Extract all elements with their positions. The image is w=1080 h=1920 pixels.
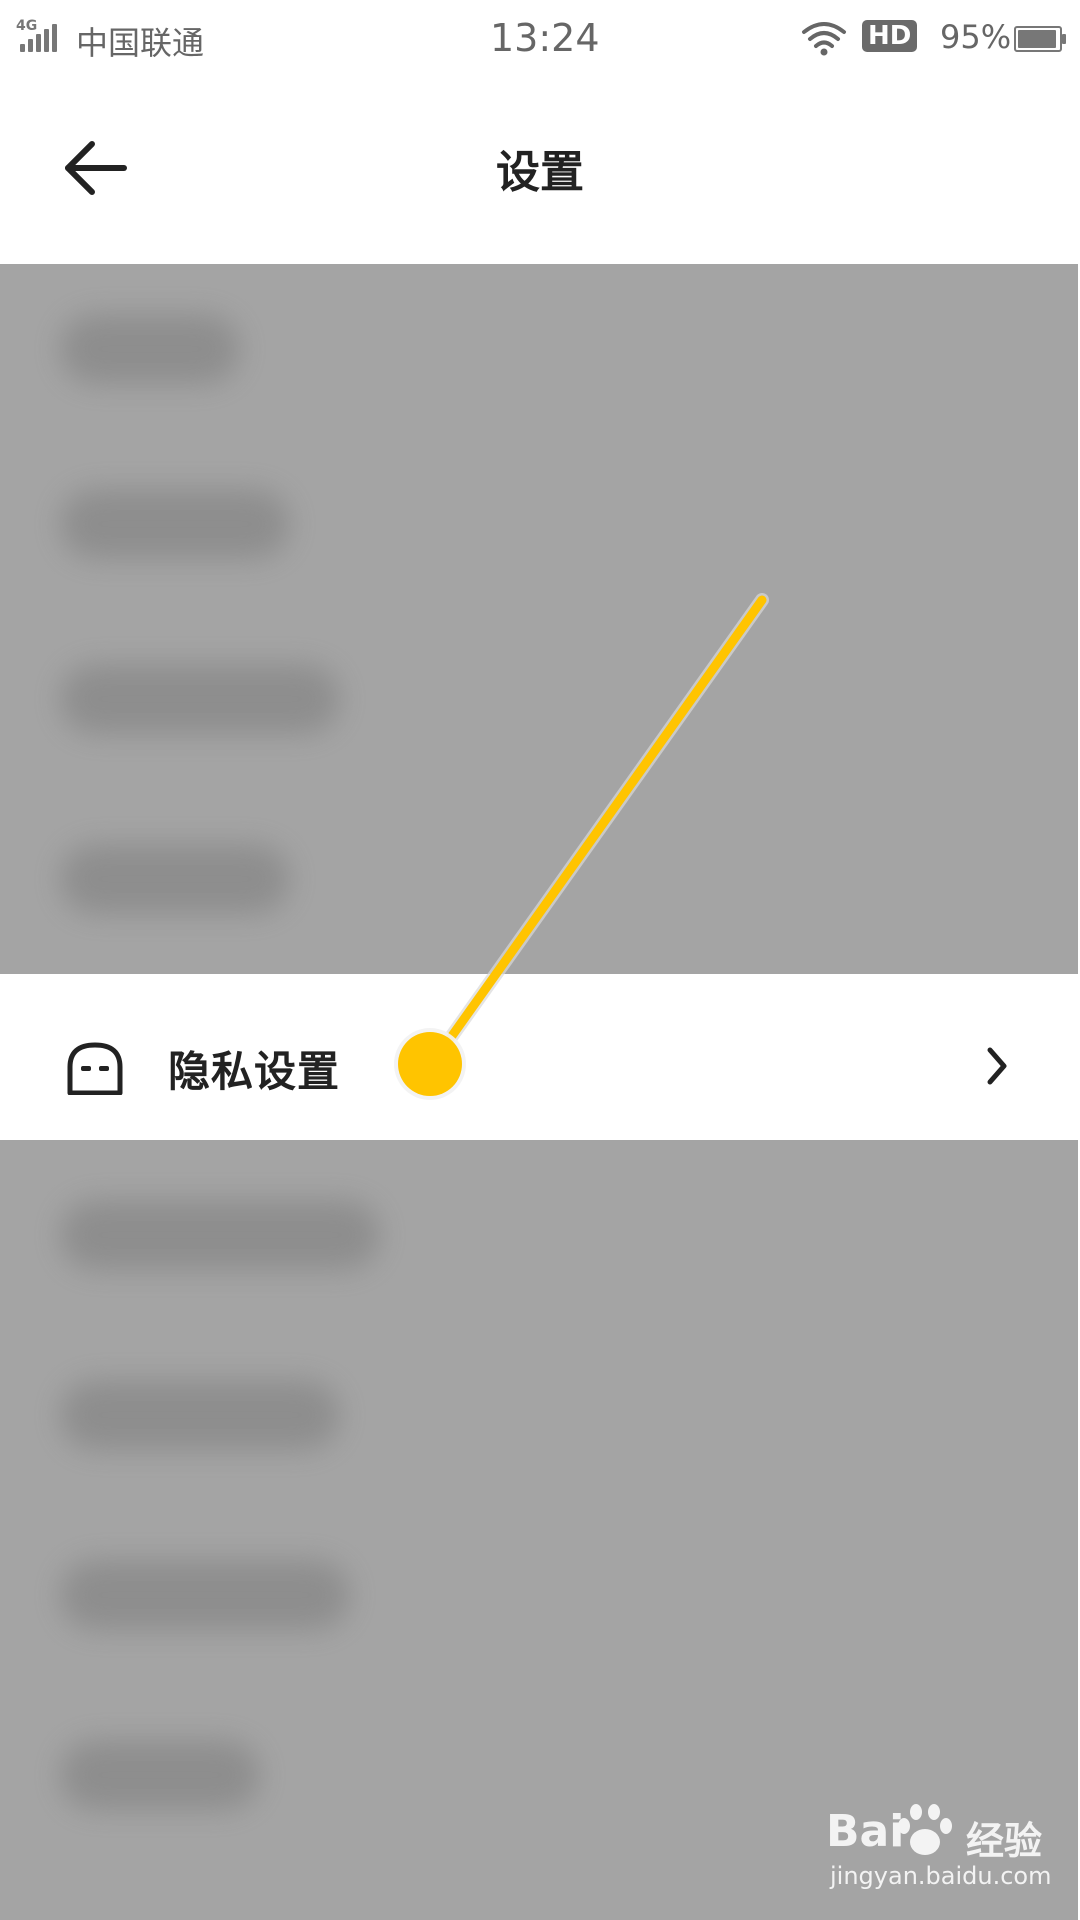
page-title: 设置 xyxy=(496,147,584,198)
privacy-settings-row[interactable] xyxy=(0,974,1080,1140)
carrier-name: 中国联通 xyxy=(76,24,205,62)
network-type: 4G xyxy=(16,18,38,34)
signal-icon: 4G xyxy=(16,18,60,54)
clock: 13:24 xyxy=(490,16,600,60)
battery-percent: 95% xyxy=(940,18,1012,56)
wifi-icon xyxy=(802,22,846,56)
blurred-item xyxy=(60,489,290,559)
blurred-item xyxy=(60,844,290,914)
watermark-url: jingyan.baidu.com xyxy=(830,1862,1052,1890)
status-bar: 4G 中国联通 13:24 HD 95% xyxy=(0,0,1080,80)
watermark-brand: Bai xyxy=(826,1806,905,1857)
chevron-right-icon xyxy=(987,1047,1007,1085)
ghost-face-icon xyxy=(67,1042,123,1095)
blurred-item xyxy=(60,1200,380,1270)
baidu-jingyan-watermark: Bai 经验 jingyan.baidu.com xyxy=(826,1802,1056,1898)
dimmed-settings-list-top xyxy=(0,264,1080,974)
blurred-item xyxy=(60,1560,350,1630)
blurred-item xyxy=(60,314,240,384)
privacy-settings-label: 隐私设置 xyxy=(168,1047,341,1096)
blurred-item xyxy=(60,1380,340,1450)
blurred-item xyxy=(60,664,340,734)
watermark-product: 经验 xyxy=(966,1819,1043,1863)
header-bar: 设置 xyxy=(0,80,1080,264)
battery-icon xyxy=(1014,26,1066,52)
battery-fill xyxy=(1018,30,1056,48)
hd-badge: HD xyxy=(862,20,918,52)
blurred-item xyxy=(60,1740,260,1810)
paw-logo-icon xyxy=(898,1804,952,1855)
